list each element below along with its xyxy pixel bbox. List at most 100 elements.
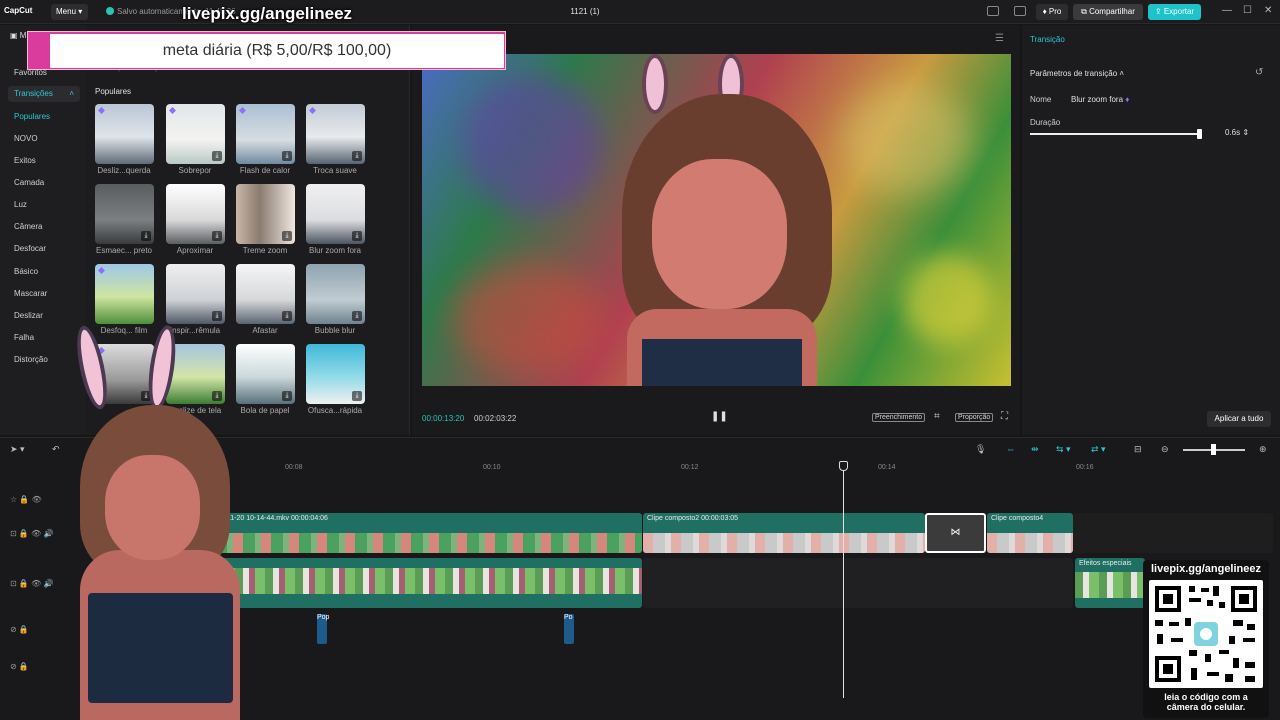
download-icon[interactable]: ⤓ — [212, 151, 222, 161]
snap-icon[interactable]: ⇆ ▾ — [1056, 444, 1071, 455]
sidebar-item-desfocar[interactable]: Desfocar — [14, 244, 46, 253]
download-icon[interactable]: ⤓ — [212, 231, 222, 241]
preview-axis-icon[interactable]: ⇄ ▾ — [1091, 444, 1106, 455]
transition-thumbnail[interactable]: ⤓ — [166, 104, 225, 164]
close-icon[interactable]: ✕ — [1264, 5, 1272, 16]
chevron-up-icon: ˄ — [1119, 69, 1125, 78]
effects-clip[interactable]: Efeitos especiais — [1075, 558, 1145, 608]
snapshot-icon[interactable]: ⌗ — [934, 411, 940, 422]
more-options-icon[interactable]: ☰ — [995, 33, 1004, 44]
download-icon[interactable]: ⤓ — [282, 391, 292, 401]
transition-thumbnail[interactable]: ⤓ — [306, 184, 365, 244]
transition-thumbnail[interactable]: ⤓ — [166, 264, 225, 324]
thumbnail-label: Bubble blur — [314, 326, 356, 335]
download-icon[interactable]: ⤓ — [352, 391, 362, 401]
dimmed-clip[interactable] — [643, 558, 1073, 608]
dimmed-clip[interactable] — [1073, 513, 1273, 553]
export-button[interactable]: ⇪ Exportar — [1148, 4, 1201, 20]
playhead[interactable] — [843, 461, 844, 698]
transition-thumbnail[interactable]: ⤓ — [166, 184, 225, 244]
sidebar-item-luz[interactable]: Luz — [14, 200, 27, 209]
transition-thumbnail[interactable]: ⤓ — [95, 184, 154, 244]
duration-slider[interactable] — [1030, 133, 1202, 135]
download-icon[interactable]: ⤓ — [141, 231, 151, 241]
transitions-group[interactable]: Transições ˄ — [8, 86, 80, 102]
main-clip[interactable]: 2025-11-20 10-14-44.mkv 00:00:04:06 — [205, 513, 642, 553]
sidebar-item-novo[interactable]: NOVO — [14, 134, 38, 143]
ruler-tick: 00:14 — [878, 464, 896, 471]
sidebar-item-falha[interactable]: Falha — [14, 333, 34, 342]
share-button[interactable]: ⧉ Compartilhar — [1073, 4, 1143, 20]
sidebar-item-deslizar[interactable]: Deslizar — [14, 311, 43, 320]
sidebar-item-populares[interactable]: Populares — [14, 112, 50, 121]
sidebar-item-mascarar[interactable]: Mascarar — [14, 289, 47, 298]
compound-clip-2[interactable]: Clipe composto4 — [987, 513, 1073, 553]
thumbnail-label: Sobrepor — [178, 166, 212, 175]
zoom-slider-handle[interactable] — [1211, 444, 1216, 455]
transition-thumbnail[interactable]: ⤓ — [236, 104, 295, 164]
shortcuts-icon[interactable] — [1014, 6, 1026, 16]
reset-icon[interactable]: ↺ — [1255, 67, 1263, 78]
sidebar-item-camera[interactable]: Câmera — [14, 222, 42, 231]
fullscreen-icon[interactable]: ⛶ — [1001, 411, 1008, 422]
caption-icon[interactable]: ⊟ — [1134, 444, 1142, 455]
pause-icon[interactable]: ❚❚ — [711, 411, 728, 422]
menu-button[interactable]: Menu ▾ — [51, 4, 88, 20]
text-clip[interactable]: Po — [564, 614, 574, 644]
magnet-icon[interactable]: ⇹ — [1031, 444, 1039, 455]
transition-marker[interactable]: ⋈ — [925, 513, 986, 553]
app-logo: CapCut — [4, 6, 33, 15]
video-preview[interactable] — [422, 54, 1011, 386]
streamer-avatar-overlay — [60, 323, 260, 720]
zoom-in-icon[interactable]: ⊕ — [1259, 444, 1267, 455]
duration-input[interactable]: 0.6s ⇕ — [1212, 128, 1262, 140]
overlay-clip[interactable] — [205, 558, 642, 608]
zoom-out-icon[interactable]: ⊖ — [1161, 444, 1169, 455]
sidebar-item-exitos[interactable]: Exitos — [14, 156, 36, 165]
select-tool-icon[interactable]: ➤ ▾ — [10, 444, 25, 455]
download-icon[interactable]: ⤓ — [282, 231, 292, 241]
track-overlay-icons[interactable]: ⊡ 🔒 👁 🔊 — [10, 579, 53, 588]
minimize-icon[interactable]: — — [1222, 5, 1232, 16]
transition-thumbnail[interactable]: ⤓ — [306, 104, 365, 164]
download-icon[interactable]: ⤓ — [352, 231, 362, 241]
fill-button[interactable]: Preenchimento — [872, 413, 926, 422]
stepper-icon[interactable]: ⇕ — [1242, 128, 1249, 137]
undo-icon[interactable]: ↶ — [52, 444, 60, 455]
sidebar-item-basico[interactable]: Básico — [14, 267, 38, 276]
clip-thumbnails — [987, 533, 1073, 553]
thumbnail-image — [95, 264, 154, 324]
sidebar-item-camada[interactable]: Camada — [14, 178, 44, 187]
ratio-button[interactable]: Proporção — [955, 413, 994, 422]
maximize-icon[interactable]: ☐ — [1243, 5, 1252, 16]
download-icon[interactable]: ⤓ — [352, 311, 362, 321]
name-label: Nome — [1030, 95, 1052, 104]
microphone-icon[interactable]: 🎙 — [975, 444, 986, 455]
sidebar-item-distorcao[interactable]: Distorção — [14, 355, 48, 364]
playhead-handle[interactable] — [839, 461, 848, 471]
track-audio-icons[interactable]: ⊘ 🔒 — [10, 662, 29, 671]
transition-thumbnail[interactable]: ⤓ — [236, 264, 295, 324]
download-icon[interactable]: ⤓ — [282, 311, 292, 321]
download-icon[interactable]: ⤓ — [282, 151, 292, 161]
pro-button[interactable]: ♦ Pro — [1036, 4, 1068, 20]
apply-all-button[interactable]: Aplicar a tudo — [1207, 411, 1271, 427]
compound-clip-1[interactable]: Clipe composto2 00:00:03:05 — [643, 513, 925, 553]
transition-thumbnail[interactable]: ⤓ — [306, 264, 365, 324]
text-clip[interactable]: Pop — [317, 614, 329, 644]
transition-thumbnail[interactable] — [95, 104, 154, 164]
tab-transition[interactable]: Transição — [1030, 35, 1065, 44]
link-icon[interactable]: ⇔ — [1006, 444, 1015, 454]
layout-icon[interactable] — [987, 6, 999, 16]
thumbnail-label: Esmaec... preto — [95, 246, 153, 255]
duration-slider-handle[interactable] — [1196, 129, 1202, 139]
transition-thumbnail[interactable] — [95, 264, 154, 324]
transition-thumbnail[interactable]: ⤓ — [236, 184, 295, 244]
track-effects-icon: ☆ 🔒 👁 — [10, 495, 42, 504]
download-icon[interactable]: ⤓ — [352, 151, 362, 161]
track-main-icons[interactable]: ⊡ 🔒 👁 🔊 — [10, 529, 53, 538]
download-icon[interactable]: ⤓ — [212, 311, 222, 321]
transition-thumbnail[interactable]: ⤓ — [306, 344, 365, 404]
params-header[interactable]: Parâmetros de transição ˄ — [1030, 69, 1124, 78]
track-text-icons[interactable]: ⊘ 🔒 — [10, 625, 29, 634]
